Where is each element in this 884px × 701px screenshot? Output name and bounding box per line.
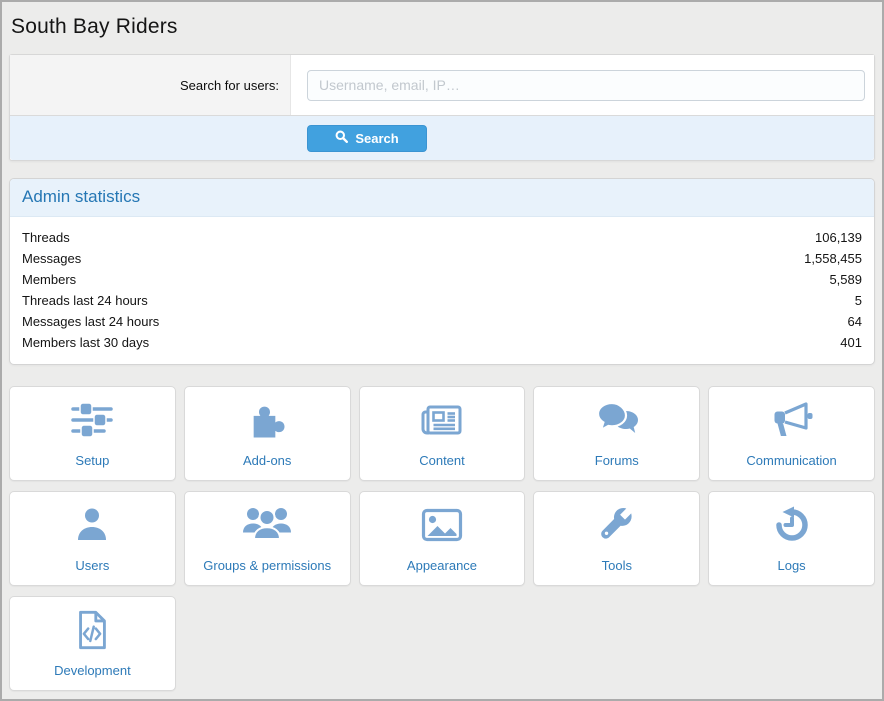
tile-label: Forums bbox=[595, 454, 639, 468]
stat-row-threads: Threads 106,139 bbox=[22, 227, 862, 248]
search-submit-row: Search bbox=[10, 115, 874, 160]
stat-value: 5,589 bbox=[829, 269, 862, 290]
code-file-icon bbox=[73, 609, 111, 651]
user-search-input[interactable] bbox=[307, 70, 865, 101]
tile-label: Communication bbox=[746, 454, 836, 468]
stat-label: Members last 30 days bbox=[22, 332, 149, 353]
tile-development[interactable]: Development bbox=[9, 596, 176, 691]
admin-statistics-title: Admin statistics bbox=[10, 179, 874, 217]
stat-row-messages-24h: Messages last 24 hours 64 bbox=[22, 311, 862, 332]
stat-label: Threads bbox=[22, 227, 70, 248]
stat-label: Messages bbox=[22, 248, 81, 269]
search-icon bbox=[335, 130, 348, 146]
stat-label: Members bbox=[22, 269, 76, 290]
tile-setup[interactable]: Setup bbox=[9, 386, 176, 481]
search-button[interactable]: Search bbox=[307, 125, 427, 152]
tile-label: Users bbox=[75, 559, 109, 573]
search-control-cell bbox=[291, 55, 874, 115]
tile-content[interactable]: Content bbox=[359, 386, 526, 481]
stat-row-messages: Messages 1,558,455 bbox=[22, 248, 862, 269]
sliders-icon bbox=[68, 399, 116, 441]
image-icon bbox=[418, 504, 466, 546]
tile-appearance[interactable]: Appearance bbox=[359, 491, 526, 586]
history-icon bbox=[771, 504, 813, 546]
tile-label: Development bbox=[54, 664, 131, 678]
chat-bubbles-icon bbox=[593, 399, 641, 441]
search-label: Search for users: bbox=[10, 55, 291, 115]
stat-label: Messages last 24 hours bbox=[22, 311, 159, 332]
tile-label: Tools bbox=[602, 559, 632, 573]
users-group-icon bbox=[241, 504, 293, 546]
tile-logs[interactable]: Logs bbox=[708, 491, 875, 586]
admin-nav-grid: Setup Add-ons bbox=[9, 386, 875, 691]
stat-row-members-30d: Members last 30 days 401 bbox=[22, 332, 862, 353]
tile-label: Appearance bbox=[407, 559, 477, 573]
stat-value: 106,139 bbox=[815, 227, 862, 248]
page-title: South Bay Riders bbox=[9, 15, 875, 39]
stat-value: 64 bbox=[848, 311, 862, 332]
search-button-label: Search bbox=[355, 131, 398, 146]
tile-communication[interactable]: Communication bbox=[708, 386, 875, 481]
tile-groups-permissions[interactable]: Groups & permissions bbox=[184, 491, 351, 586]
wrench-icon bbox=[597, 504, 637, 546]
search-form-row: Search for users: bbox=[10, 55, 874, 115]
stat-value: 5 bbox=[855, 290, 862, 311]
stat-row-threads-24h: Threads last 24 hours 5 bbox=[22, 290, 862, 311]
admin-statistics-body: Threads 106,139 Messages 1,558,455 Membe… bbox=[10, 217, 874, 364]
tile-label: Content bbox=[419, 454, 465, 468]
megaphone-icon bbox=[769, 399, 815, 441]
stat-row-members: Members 5,589 bbox=[22, 269, 862, 290]
tile-label: Groups & permissions bbox=[203, 559, 331, 573]
puzzle-icon bbox=[246, 399, 288, 441]
user-icon bbox=[72, 504, 112, 546]
admin-statistics-panel: Admin statistics Threads 106,139 Message… bbox=[9, 178, 875, 365]
user-search-form: Search for users: Search bbox=[9, 54, 875, 161]
tile-label: Logs bbox=[777, 559, 805, 573]
tile-add-ons[interactable]: Add-ons bbox=[184, 386, 351, 481]
stat-label: Threads last 24 hours bbox=[22, 290, 148, 311]
stat-value: 1,558,455 bbox=[804, 248, 862, 269]
stat-value: 401 bbox=[840, 332, 862, 353]
newspaper-icon bbox=[417, 399, 467, 441]
tile-tools[interactable]: Tools bbox=[533, 491, 700, 586]
tile-label: Setup bbox=[75, 454, 109, 468]
tile-users[interactable]: Users bbox=[9, 491, 176, 586]
tile-label: Add-ons bbox=[243, 454, 291, 468]
tile-forums[interactable]: Forums bbox=[533, 386, 700, 481]
admin-home-page: South Bay Riders Search for users: Searc… bbox=[0, 0, 884, 701]
